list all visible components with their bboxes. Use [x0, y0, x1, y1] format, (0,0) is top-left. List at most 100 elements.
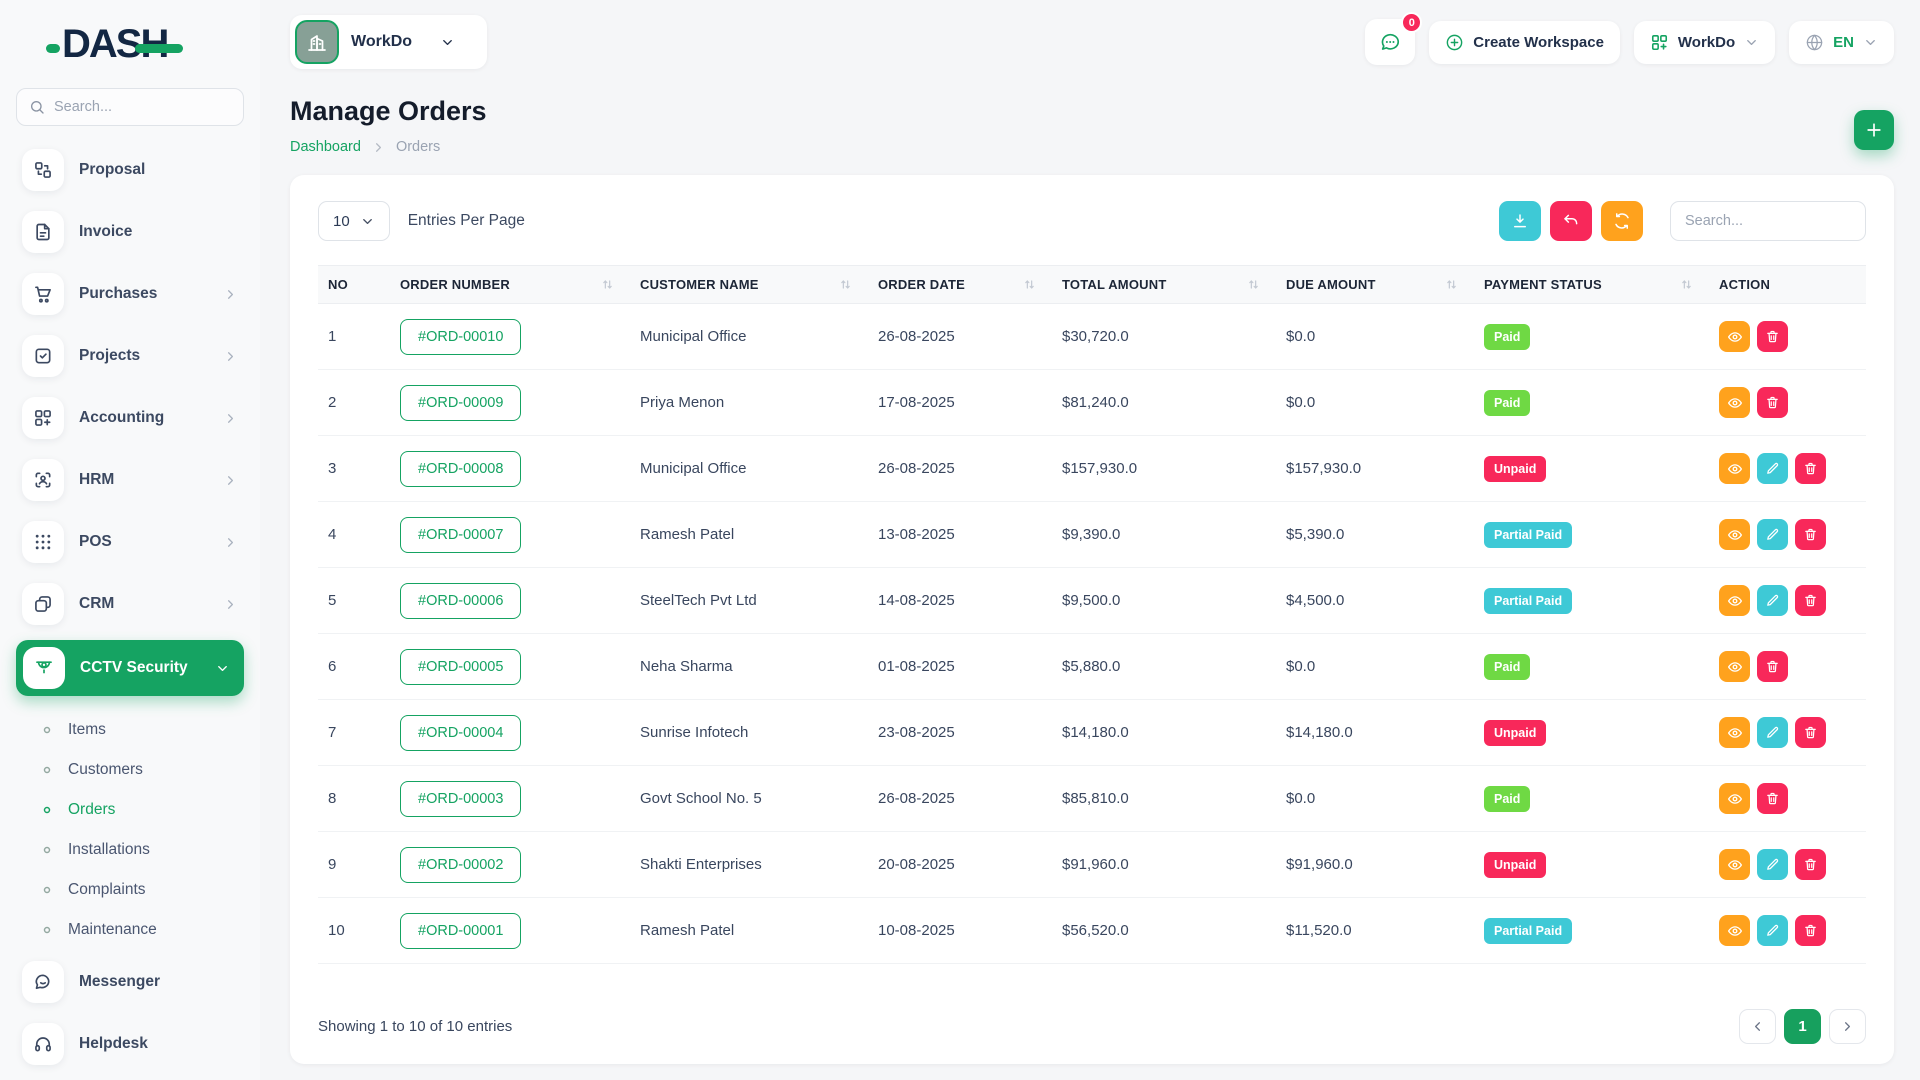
accounting-icon [22, 397, 64, 439]
delete-order-button[interactable] [1757, 651, 1788, 682]
messages-button[interactable]: 0 [1365, 19, 1415, 65]
workdo-menu-button[interactable]: WorkDo [1634, 21, 1775, 64]
edit-order-button[interactable] [1757, 585, 1788, 616]
sidebar-item-proposal[interactable]: Proposal [16, 144, 244, 196]
view-order-button[interactable] [1719, 321, 1750, 352]
undo-button[interactable] [1550, 201, 1592, 241]
order-number-cell: #ORD-00004 [390, 700, 630, 766]
sidebar-item-pos[interactable]: POS [16, 516, 244, 568]
export-button[interactable] [1499, 201, 1541, 241]
column-header-customer-name[interactable]: CUSTOMER NAME [630, 266, 868, 304]
view-order-button[interactable] [1719, 453, 1750, 484]
sidebar-subitem-label: Orders [68, 801, 115, 819]
sort-icon[interactable] [1023, 278, 1036, 291]
column-header-order-number[interactable]: ORDER NUMBER [390, 266, 630, 304]
sidebar-item-crm[interactable]: CRM [16, 578, 244, 630]
delete-order-button[interactable] [1757, 321, 1788, 352]
order-number-link[interactable]: #ORD-00003 [400, 781, 521, 817]
column-header-due-amount[interactable]: DUE AMOUNT [1276, 266, 1474, 304]
pagination: 1 [1739, 1009, 1866, 1044]
view-order-button[interactable] [1719, 849, 1750, 880]
sidebar-item-projects[interactable]: Projects [16, 330, 244, 382]
sidebar-subitem-maintenance[interactable]: Maintenance [16, 910, 244, 950]
order-number-link[interactable]: #ORD-00006 [400, 583, 521, 619]
sort-icon[interactable] [601, 278, 614, 291]
breadcrumb-dashboard-link[interactable]: Dashboard [290, 139, 361, 155]
edit-order-button[interactable] [1757, 717, 1788, 748]
delete-order-button[interactable] [1757, 387, 1788, 418]
sort-icon[interactable] [1680, 278, 1693, 291]
sidebar-item-label: CRM [79, 595, 208, 613]
sidebar-search[interactable] [16, 88, 244, 126]
sidebar-subitem-complaints[interactable]: Complaints [16, 870, 244, 910]
column-header-order-date[interactable]: ORDER DATE [868, 266, 1052, 304]
sidebar-item-purchases[interactable]: Purchases [16, 268, 244, 320]
action-cell [1709, 898, 1866, 964]
sidebar-subitem-installations[interactable]: Installations [16, 830, 244, 870]
add-order-button[interactable] [1854, 110, 1894, 150]
workspace-switcher[interactable]: WorkDo [290, 15, 487, 69]
sidebar-item-cctv-security[interactable]: CCTV Security [16, 640, 244, 696]
order-number-link[interactable]: #ORD-00009 [400, 385, 521, 421]
sidebar-search-input[interactable] [54, 99, 231, 115]
sidebar-item-accounting[interactable]: Accounting [16, 392, 244, 444]
sidebar-item-hrm[interactable]: HRM [16, 454, 244, 506]
view-order-button[interactable] [1719, 915, 1750, 946]
delete-order-button[interactable] [1795, 519, 1826, 550]
sidebar-subitem-items[interactable]: Items [16, 710, 244, 750]
table-search-input[interactable] [1670, 201, 1866, 241]
entries-per-page-select[interactable]: 10 [318, 201, 390, 241]
create-workspace-button[interactable]: Create Workspace [1429, 21, 1620, 64]
edit-order-button[interactable] [1757, 915, 1788, 946]
view-order-button[interactable] [1719, 717, 1750, 748]
delete-order-button[interactable] [1795, 585, 1826, 616]
column-label: TOTAL AMOUNT [1062, 277, 1166, 292]
order-number-link[interactable]: #ORD-00005 [400, 649, 521, 685]
edit-order-button[interactable] [1757, 453, 1788, 484]
sort-icon[interactable] [1247, 278, 1260, 291]
total-amount-cell: $81,240.0 [1052, 370, 1276, 436]
action-cell [1709, 502, 1866, 568]
page-1-button[interactable]: 1 [1784, 1009, 1821, 1044]
sidebar-item-helpdesk[interactable]: Helpdesk [16, 1018, 244, 1070]
cctv-icon [23, 647, 65, 689]
delete-order-button[interactable] [1795, 915, 1826, 946]
sidebar-item-messenger[interactable]: Messenger [16, 956, 244, 1008]
delete-order-button[interactable] [1795, 849, 1826, 880]
delete-order-button[interactable] [1795, 717, 1826, 748]
bullet-icon [42, 805, 52, 815]
column-header-payment-status[interactable]: PAYMENT STATUS [1474, 266, 1709, 304]
view-order-button[interactable] [1719, 783, 1750, 814]
sidebar-item-invoice[interactable]: Invoice [16, 206, 244, 258]
entries-label: Entries Per Page [408, 212, 525, 230]
view-order-button[interactable] [1719, 519, 1750, 550]
language-selector[interactable]: EN [1789, 21, 1894, 64]
chat-icon [1379, 31, 1401, 53]
edit-order-button[interactable] [1757, 519, 1788, 550]
view-order-button[interactable] [1719, 651, 1750, 682]
page-head: Manage Orders Dashboard Orders [260, 72, 1920, 161]
sort-icon[interactable] [1445, 278, 1458, 291]
order-number-link[interactable]: #ORD-00002 [400, 847, 521, 883]
column-header-total-amount[interactable]: TOTAL AMOUNT [1052, 266, 1276, 304]
view-order-button[interactable] [1719, 585, 1750, 616]
sidebar-subitem-orders[interactable]: Orders [16, 790, 244, 830]
edit-order-button[interactable] [1757, 849, 1788, 880]
refresh-button[interactable] [1601, 201, 1643, 241]
order-number-link[interactable]: #ORD-00008 [400, 451, 521, 487]
column-label: PAYMENT STATUS [1484, 277, 1602, 292]
sidebar-subitem-customers[interactable]: Customers [16, 750, 244, 790]
order-no-cell: 1 [318, 304, 390, 370]
order-number-link[interactable]: #ORD-00004 [400, 715, 521, 751]
payment-status-cell: Unpaid [1474, 436, 1709, 502]
next-page-button[interactable] [1829, 1009, 1866, 1044]
order-number-link[interactable]: #ORD-00010 [400, 319, 521, 355]
order-number-link[interactable]: #ORD-00007 [400, 517, 521, 553]
prev-page-button[interactable] [1739, 1009, 1776, 1044]
action-cell [1709, 304, 1866, 370]
view-order-button[interactable] [1719, 387, 1750, 418]
delete-order-button[interactable] [1757, 783, 1788, 814]
delete-order-button[interactable] [1795, 453, 1826, 484]
sort-icon[interactable] [839, 278, 852, 291]
order-number-link[interactable]: #ORD-00001 [400, 913, 521, 949]
